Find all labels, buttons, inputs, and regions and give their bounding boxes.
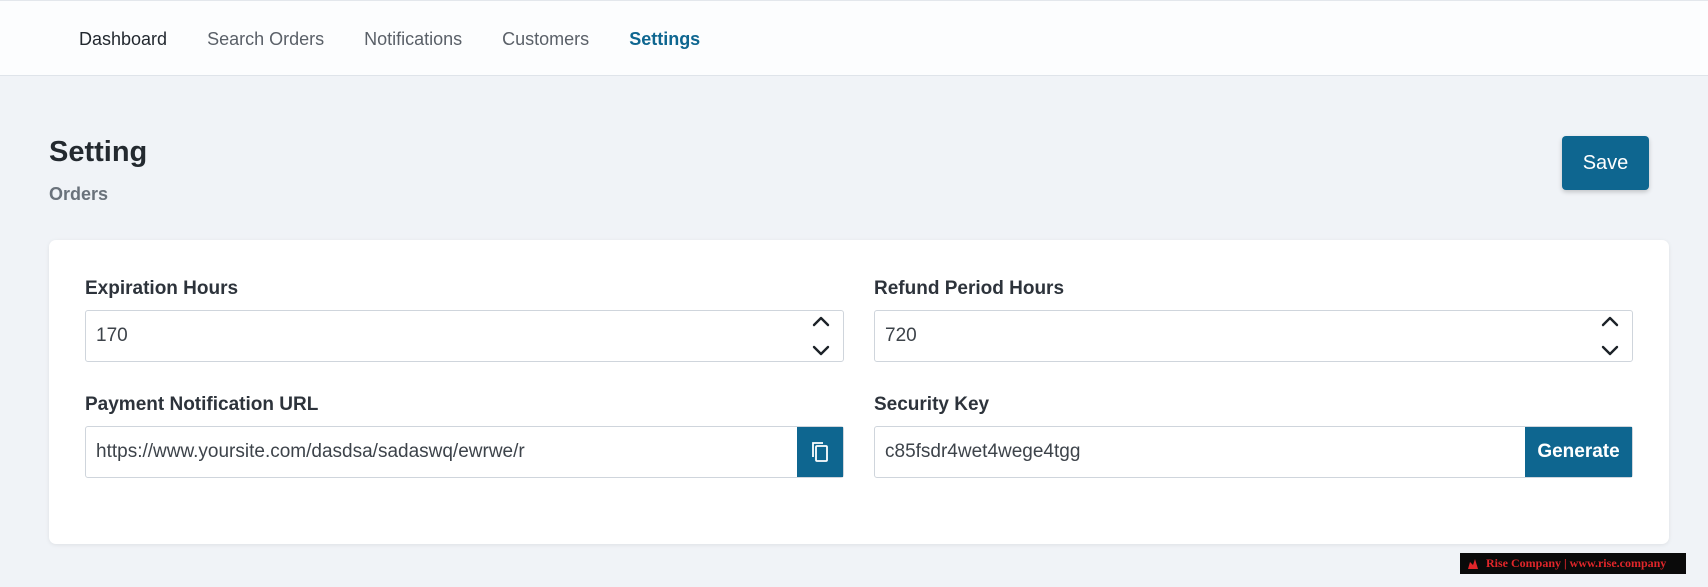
refund-period-hours-stepper[interactable] xyxy=(1596,314,1624,358)
security-key-input[interactable]: c85fsdr4wet4wege4tgg Generate xyxy=(874,426,1633,478)
watermark-badge: Rise Company | www.rise.company xyxy=(1460,553,1686,574)
nav-search-orders[interactable]: Search Orders xyxy=(207,29,324,50)
chevron-up-icon[interactable] xyxy=(811,314,831,328)
top-nav-bar: Dashboard Search Orders Notifications Cu… xyxy=(0,0,1708,76)
expiration-hours-stepper[interactable] xyxy=(807,314,835,358)
chevron-down-icon[interactable] xyxy=(1600,344,1620,358)
watermark-text: Rise Company | www.rise.company xyxy=(1486,556,1667,570)
nav-settings[interactable]: Settings xyxy=(629,29,700,50)
expiration-hours-value: 170 xyxy=(96,325,128,346)
page-title: Setting xyxy=(49,136,148,168)
nav-dashboard[interactable]: Dashboard xyxy=(79,29,167,50)
refund-period-hours-value: 720 xyxy=(885,325,917,346)
expiration-hours-input[interactable]: 170 xyxy=(85,310,844,362)
generate-key-button[interactable]: Generate xyxy=(1525,427,1632,477)
refund-period-hours-label: Refund Period Hours xyxy=(874,278,1065,299)
copy-url-button[interactable] xyxy=(797,427,843,477)
payment-notification-url-value: https://www.yoursite.com/dasdsa/sadaswq/… xyxy=(96,441,525,462)
chevron-down-icon[interactable] xyxy=(811,344,831,358)
expiration-hours-label: Expiration Hours xyxy=(85,278,239,299)
save-button[interactable]: Save xyxy=(1562,136,1649,190)
refund-period-hours-input[interactable]: 720 xyxy=(874,310,1633,362)
payment-notification-url-label: Payment Notification URL xyxy=(85,394,319,415)
payment-notification-url-input[interactable]: https://www.yoursite.com/dasdsa/sadaswq/… xyxy=(85,426,844,478)
copy-icon xyxy=(812,442,828,462)
rise-logo-icon xyxy=(1468,558,1478,569)
main-nav: Dashboard Search Orders Notifications Cu… xyxy=(79,1,740,77)
security-key-value: c85fsdr4wet4wege4tgg xyxy=(885,441,1081,462)
page-subtitle: Orders xyxy=(49,184,109,204)
chevron-up-icon[interactable] xyxy=(1600,314,1620,328)
nav-notifications[interactable]: Notifications xyxy=(364,29,462,50)
security-key-label: Security Key xyxy=(874,394,990,415)
settings-card: Expiration Hours 170 Refund Period Hours… xyxy=(49,240,1669,544)
nav-customers[interactable]: Customers xyxy=(502,29,589,50)
